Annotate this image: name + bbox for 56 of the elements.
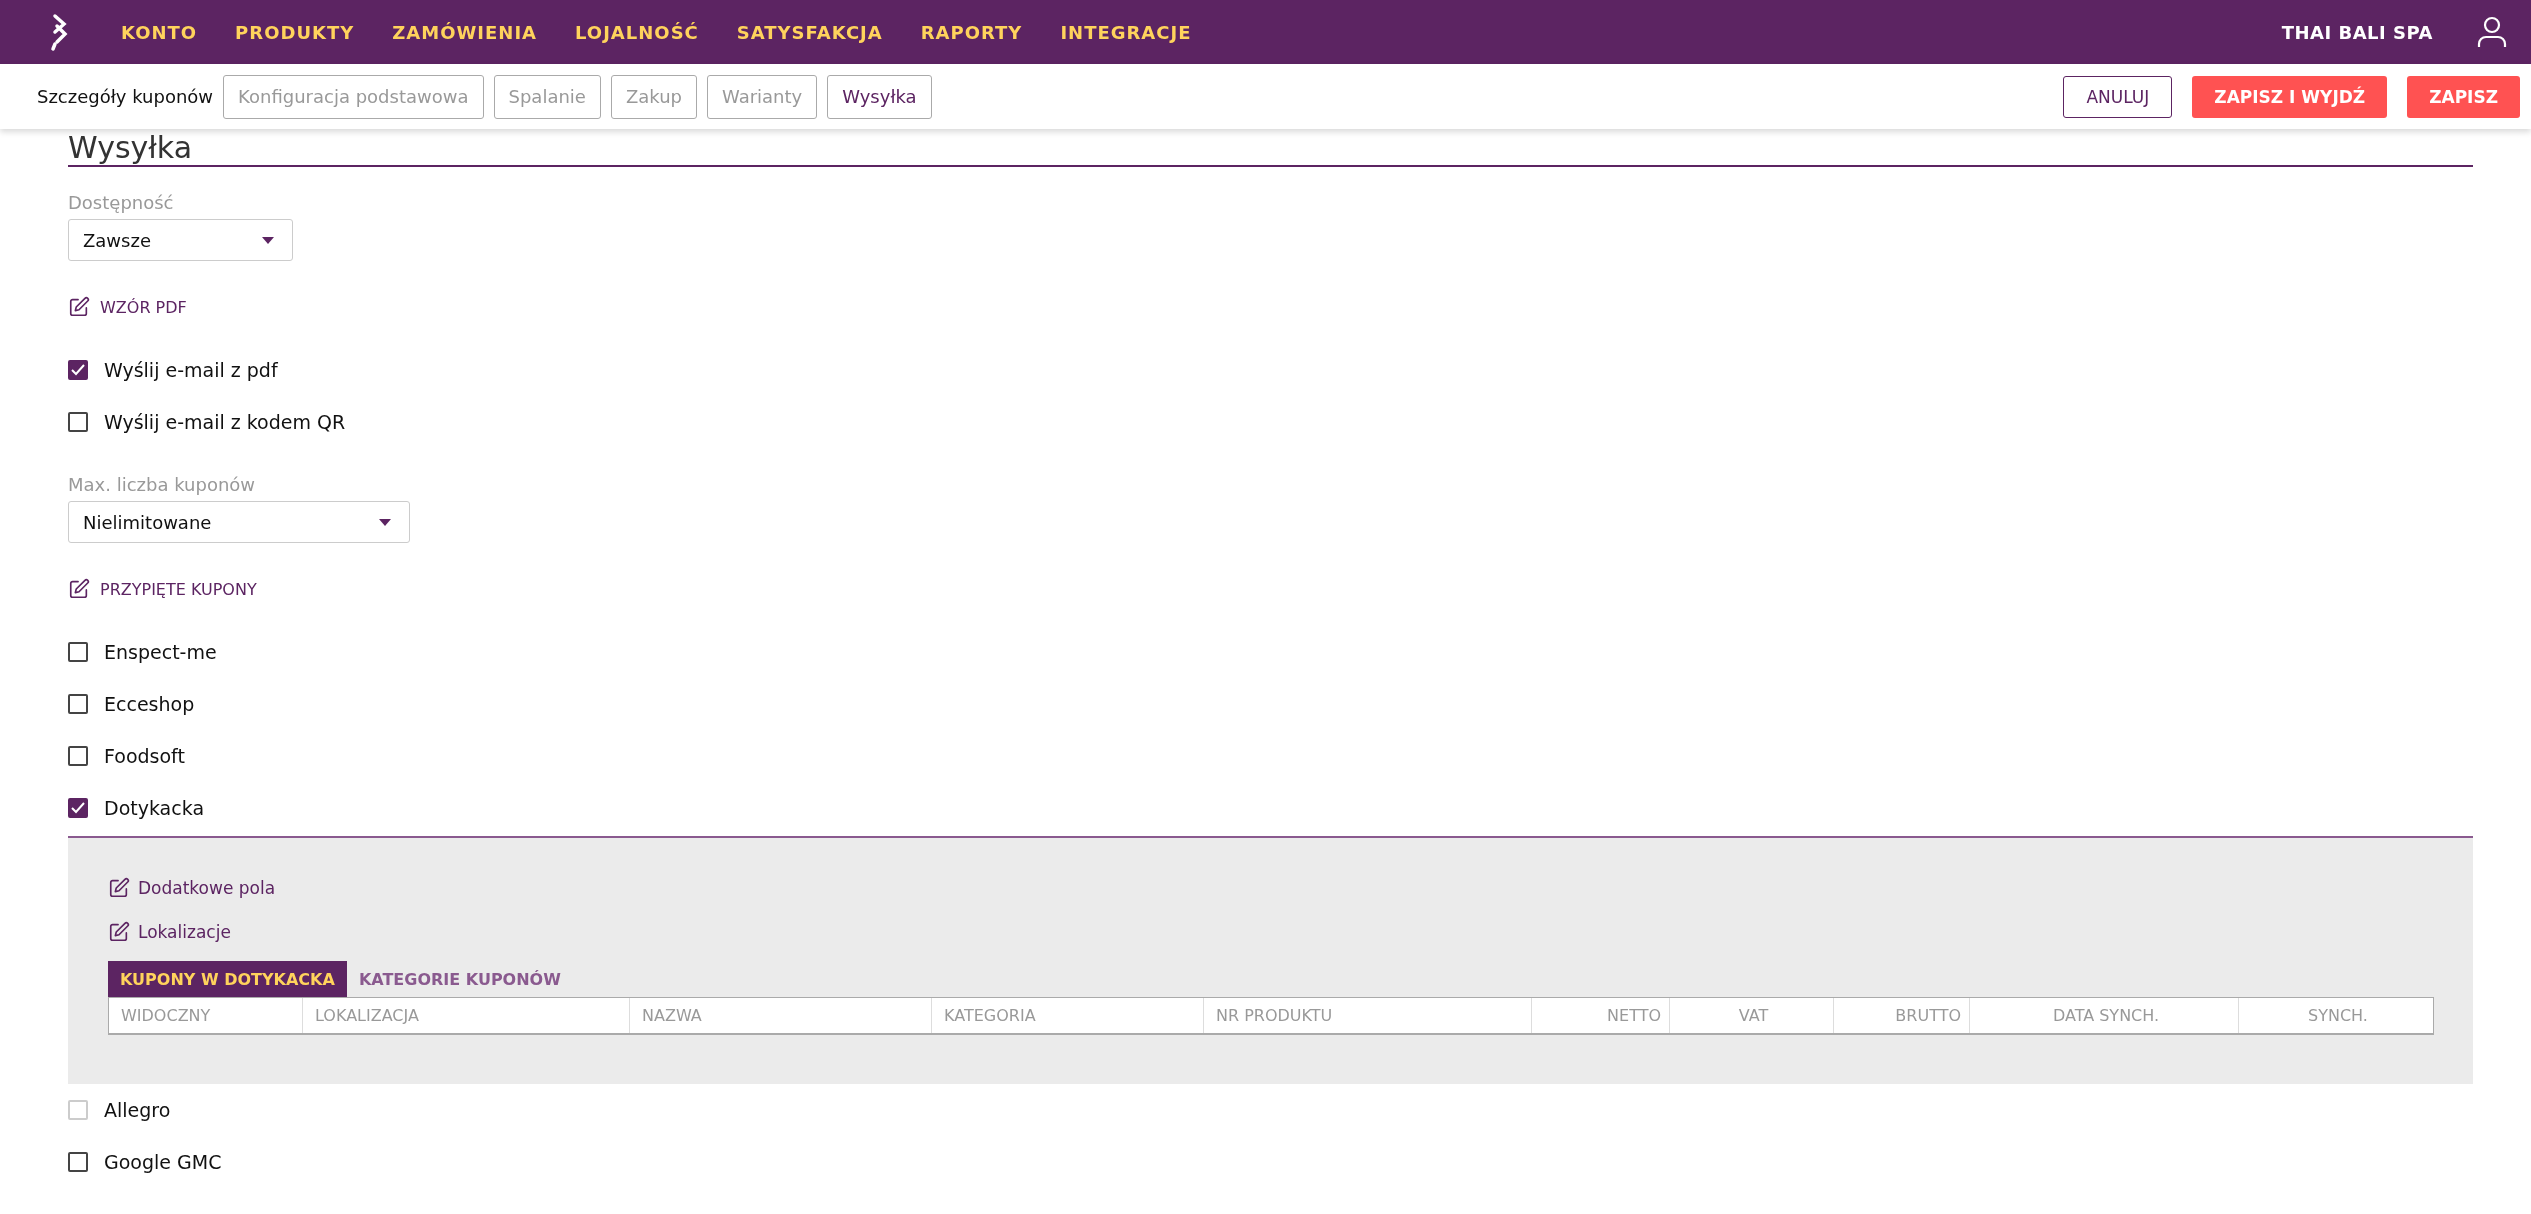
checkbox[interactable] bbox=[68, 360, 88, 380]
breadcrumb-label: Szczegóły kuponów bbox=[37, 86, 214, 107]
field-label: Max. liczba kuponów bbox=[68, 474, 257, 496]
field-label: Dostępność bbox=[68, 192, 175, 214]
nav-link[interactable]: RAPORTY bbox=[920, 21, 1023, 43]
action-button[interactable]: ANULUJ bbox=[2063, 75, 2173, 118]
column-header: DATA SYNCH. bbox=[1969, 998, 2238, 1033]
checkbox-label: Wyślij e-mail z kodem QR bbox=[104, 411, 346, 433]
column-header: BRUTTO bbox=[1833, 998, 1969, 1033]
account-name[interactable]: THAI BALI SPA bbox=[2281, 21, 2433, 43]
checkmark-icon bbox=[71, 364, 85, 376]
nav-link[interactable]: PRODUKTY bbox=[235, 21, 355, 43]
edit-icon bbox=[108, 921, 130, 943]
column-header: NR PRODUKTU bbox=[1203, 998, 1531, 1033]
checkbox-label: Ecceshop bbox=[104, 693, 195, 715]
checkbox[interactable] bbox=[68, 746, 88, 766]
column-header: LOKALIZACJA bbox=[302, 998, 629, 1033]
edit-link[interactable]: Lokalizacje bbox=[108, 917, 2432, 947]
nav-link[interactable]: SATYSFAKCJA bbox=[736, 21, 883, 43]
checkbox-label: Google GMC bbox=[104, 1151, 222, 1173]
dropdown[interactable]: Zawsze bbox=[68, 219, 293, 261]
checkbox[interactable] bbox=[68, 412, 88, 432]
edit-icon bbox=[68, 296, 90, 318]
column-header: WIDOCZNY bbox=[120, 1005, 212, 1027]
dropdown[interactable]: Nielimitowane bbox=[68, 501, 410, 543]
column-header: NAZWA bbox=[629, 998, 931, 1033]
caret-icon bbox=[262, 236, 274, 244]
checkmark-icon bbox=[71, 802, 85, 814]
table-tab[interactable]: KUPONY W DOTYKACKA bbox=[108, 961, 347, 997]
edit-icon bbox=[108, 877, 130, 899]
table-tab[interactable]: KATEGORIE KUPONÓW bbox=[346, 961, 573, 997]
checkbox-label: Wyślij e-mail z pdf bbox=[104, 359, 278, 381]
nav-link[interactable]: ZAMÓWIENIA bbox=[392, 21, 538, 43]
edit-link[interactable]: Dodatkowe pola bbox=[108, 873, 2432, 903]
section-heading: Wysyłka bbox=[68, 129, 2473, 167]
checkbox-label: Enspect-me bbox=[104, 641, 217, 663]
column-header: NETTO bbox=[1531, 998, 1669, 1033]
section-tab[interactable]: Wysyłka bbox=[827, 74, 932, 119]
column-header: KATEGORIA bbox=[931, 998, 1203, 1033]
user-icon[interactable] bbox=[2477, 16, 2507, 48]
checkbox-label: Allegro bbox=[104, 1099, 171, 1121]
checkbox[interactable] bbox=[68, 798, 88, 818]
caret-icon bbox=[379, 518, 391, 526]
nav-link[interactable]: KONTO bbox=[121, 21, 198, 43]
checkbox-label: Dotykacka bbox=[104, 797, 205, 819]
checkbox[interactable] bbox=[68, 642, 88, 662]
nav-link[interactable]: LOJALNOŚĆ bbox=[575, 21, 699, 43]
edit-link[interactable]: PRZYPIĘTE KUPONY bbox=[68, 573, 2473, 605]
edit-icon bbox=[68, 578, 90, 600]
checkbox-label: Foodsoft bbox=[104, 745, 185, 767]
column-header: VAT bbox=[1669, 998, 1833, 1033]
column-header: SYNCH. bbox=[2238, 998, 2433, 1033]
checkbox[interactable] bbox=[68, 694, 88, 714]
checkbox[interactable] bbox=[68, 1152, 88, 1172]
edit-link[interactable]: WZÓR PDF bbox=[68, 291, 2473, 323]
nav-link[interactable]: INTEGRACJE bbox=[1060, 21, 1192, 43]
